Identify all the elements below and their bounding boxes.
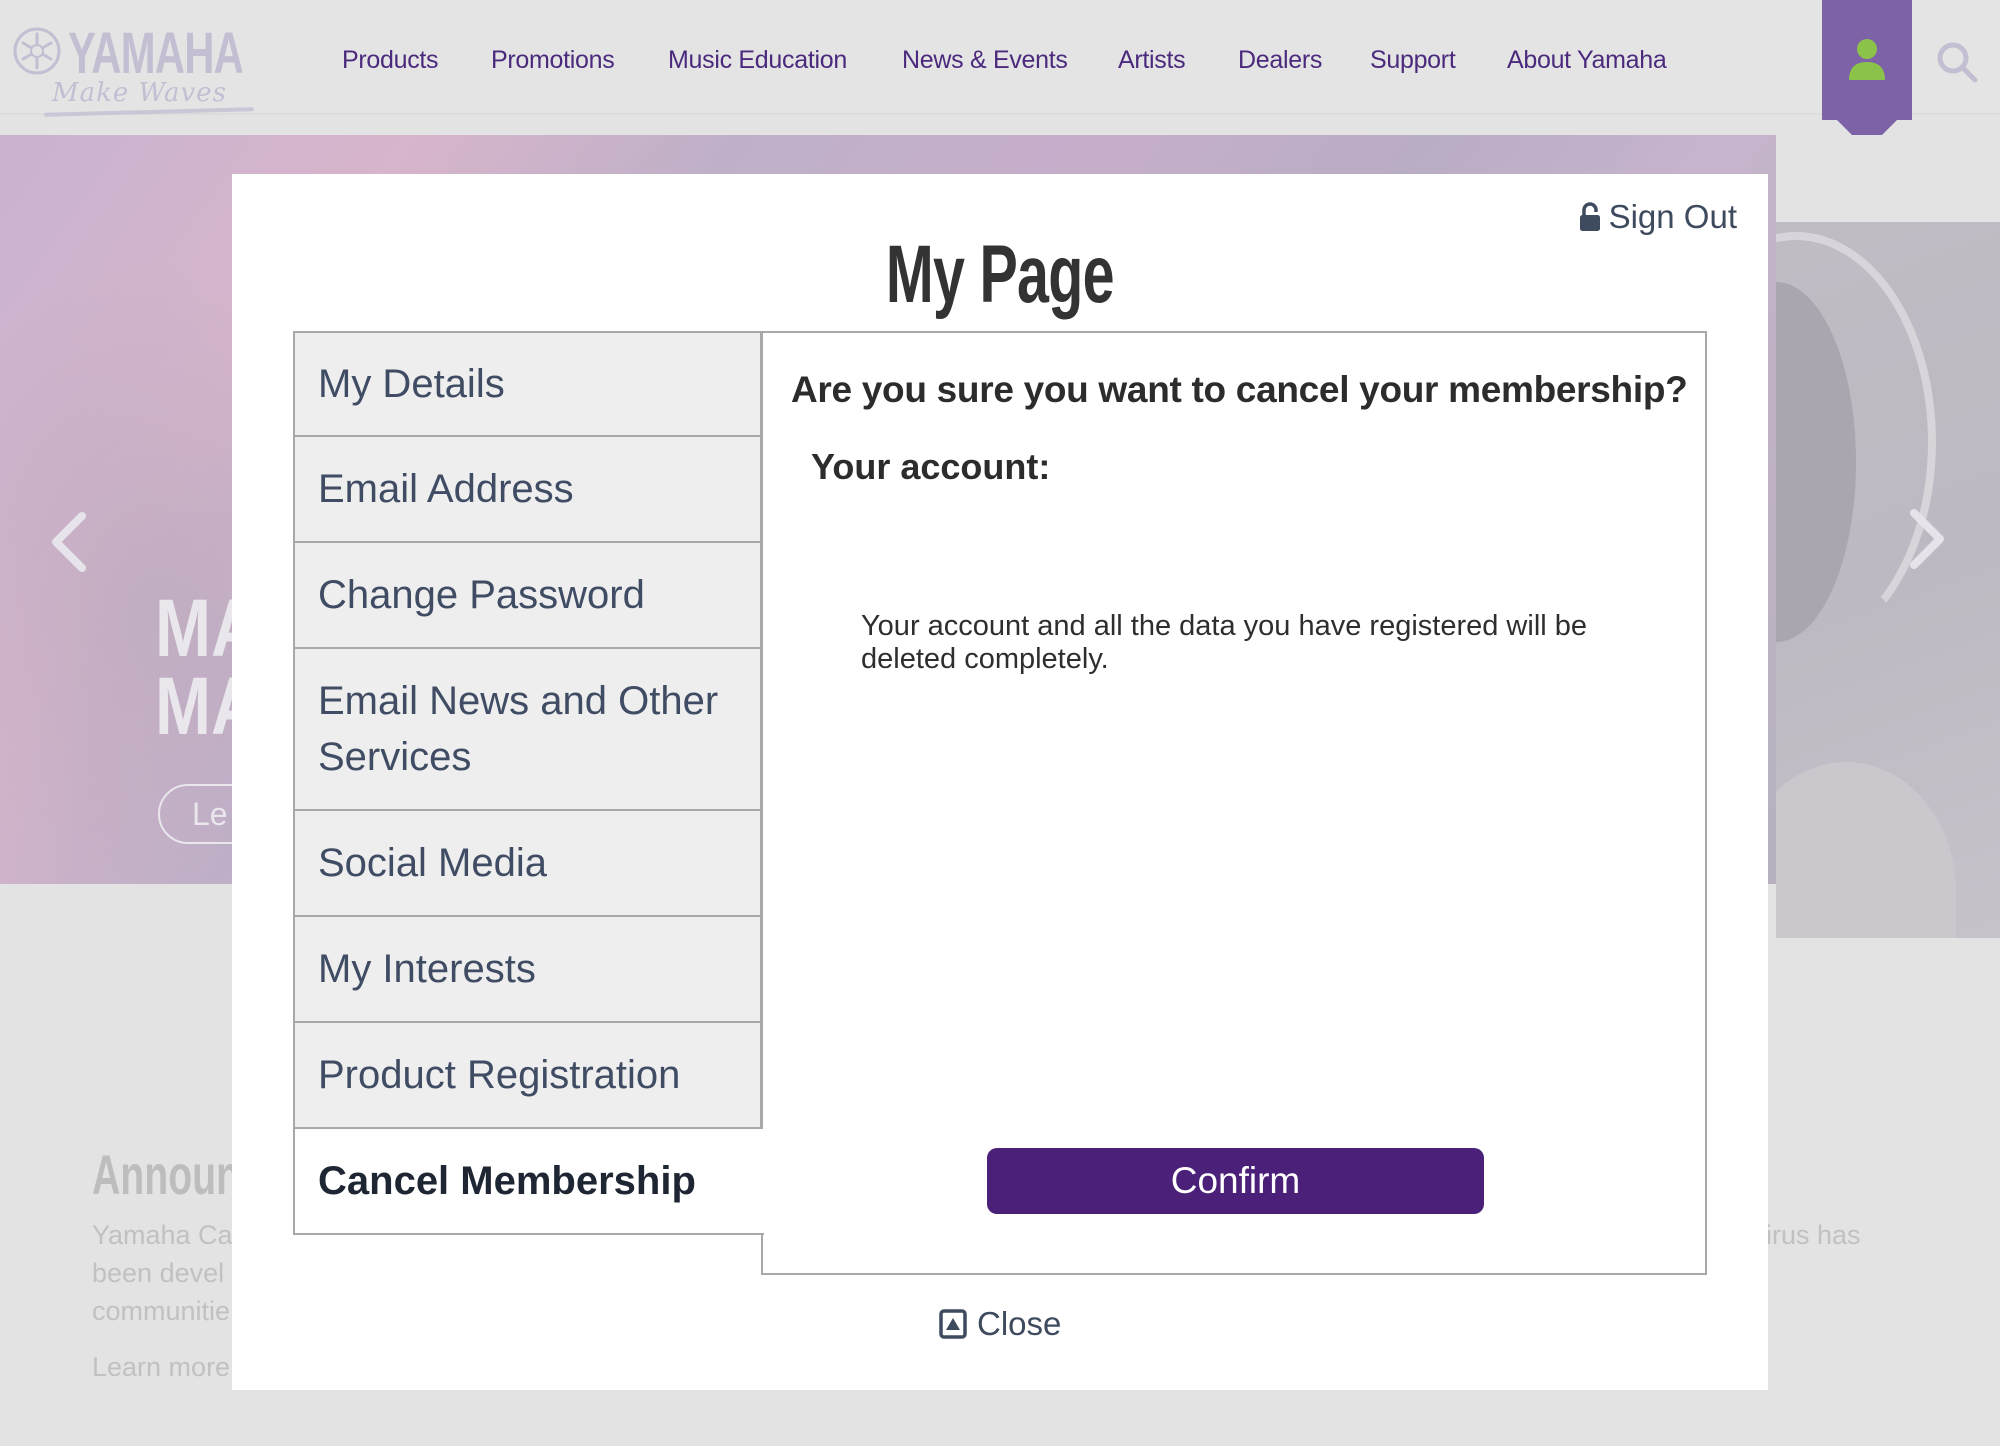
close-label: Close [977, 1305, 1062, 1342]
nav-music-education[interactable]: Music Education [668, 46, 847, 75]
sidebar-item-email-address[interactable]: Email Address [293, 437, 762, 543]
site-header: YAMAHA Make Waves Products Promotions Mu… [0, 0, 2000, 150]
hero-shoulder-shape [1776, 762, 1956, 938]
sidebar-item-label: My Details [318, 362, 505, 406]
sidebar-item-label: Email Address [318, 467, 574, 511]
my-page-sidebar: My Details Email Address Change Password… [293, 331, 764, 1235]
sidebar-item-product-registration[interactable]: Product Registration [293, 1023, 762, 1129]
sidebar-item-label: Email News and Other Services [318, 679, 719, 779]
search-icon[interactable] [1935, 40, 1979, 84]
your-account-label: Your account: [811, 446, 1051, 487]
sidebar-item-label: Cancel Membership [318, 1159, 696, 1203]
close-box-icon [939, 1309, 967, 1339]
announcement-learn-more-link[interactable]: Learn more [92, 1352, 230, 1383]
close-button[interactable]: Close [939, 1305, 1061, 1343]
deletion-warning-text: Your account and all the data you have r… [861, 610, 1588, 675]
user-icon [1849, 39, 1885, 80]
sidebar-item-label: Product Registration [318, 1053, 681, 1097]
announcement-text-line: Yamaha Ca [92, 1220, 233, 1250]
sidebar-item-label: My Interests [318, 947, 536, 991]
my-page-modal: Sign Out My Page My Details Email Addres… [232, 174, 1768, 1390]
sidebar-item-social-media[interactable]: Social Media [293, 811, 762, 917]
hero-headphone-shape [1776, 232, 1936, 652]
sidebar-item-email-news[interactable]: Email News and Other Services [293, 649, 762, 811]
cancel-question-heading: Are you sure you want to cancel your mem… [791, 369, 1688, 410]
nav-products[interactable]: Products [342, 46, 439, 75]
tuning-fork-emblem-icon [13, 27, 61, 75]
chevron-right-icon[interactable] [1904, 507, 1948, 571]
sidebar-item-label: Social Media [318, 841, 548, 885]
hero-right-gap [1776, 135, 2000, 222]
nav-support[interactable]: Support [1370, 46, 1456, 75]
page-title-text: My Page [886, 229, 1115, 320]
sidebar-item-change-password[interactable]: Change Password [293, 543, 762, 649]
sidebar-item-my-interests[interactable]: My Interests [293, 917, 762, 1023]
sidebar-item-cancel-membership[interactable]: Cancel Membership [293, 1129, 764, 1235]
announcement-text-line: communitie [92, 1296, 231, 1326]
logo-swoosh [43, 107, 255, 117]
announcement-text-fragment: irus has [1766, 1220, 1861, 1250]
logo-wordmark: YAMAHA [68, 21, 244, 86]
nav-artists[interactable]: Artists [1118, 46, 1186, 75]
nav-dealers[interactable]: Dealers [1238, 46, 1322, 75]
logo-tagline: Make Waves [52, 78, 227, 108]
hero-right-image [1776, 222, 2000, 938]
yamaha-logo[interactable]: YAMAHA Make Waves [12, 21, 255, 120]
nav-promotions[interactable]: Promotions [491, 46, 615, 75]
cancel-membership-panel: Are you sure you want to cancel your mem… [761, 331, 1707, 1275]
nav-news-events[interactable]: News & Events [902, 46, 1068, 75]
account-button[interactable] [1822, 0, 1912, 150]
page-title: My Page [232, 228, 1768, 322]
nav-about-yamaha[interactable]: About Yamaha [1507, 46, 1667, 75]
sidebar-item-label: Change Password [318, 573, 645, 617]
announcement-text-line: been devel [92, 1258, 225, 1288]
page: YAMAHA Make Waves Products Promotions Mu… [0, 0, 2000, 1446]
confirm-button[interactable]: Confirm [987, 1148, 1484, 1214]
sidebar-item-my-details[interactable]: My Details [293, 331, 762, 437]
chevron-left-icon[interactable] [48, 510, 92, 574]
